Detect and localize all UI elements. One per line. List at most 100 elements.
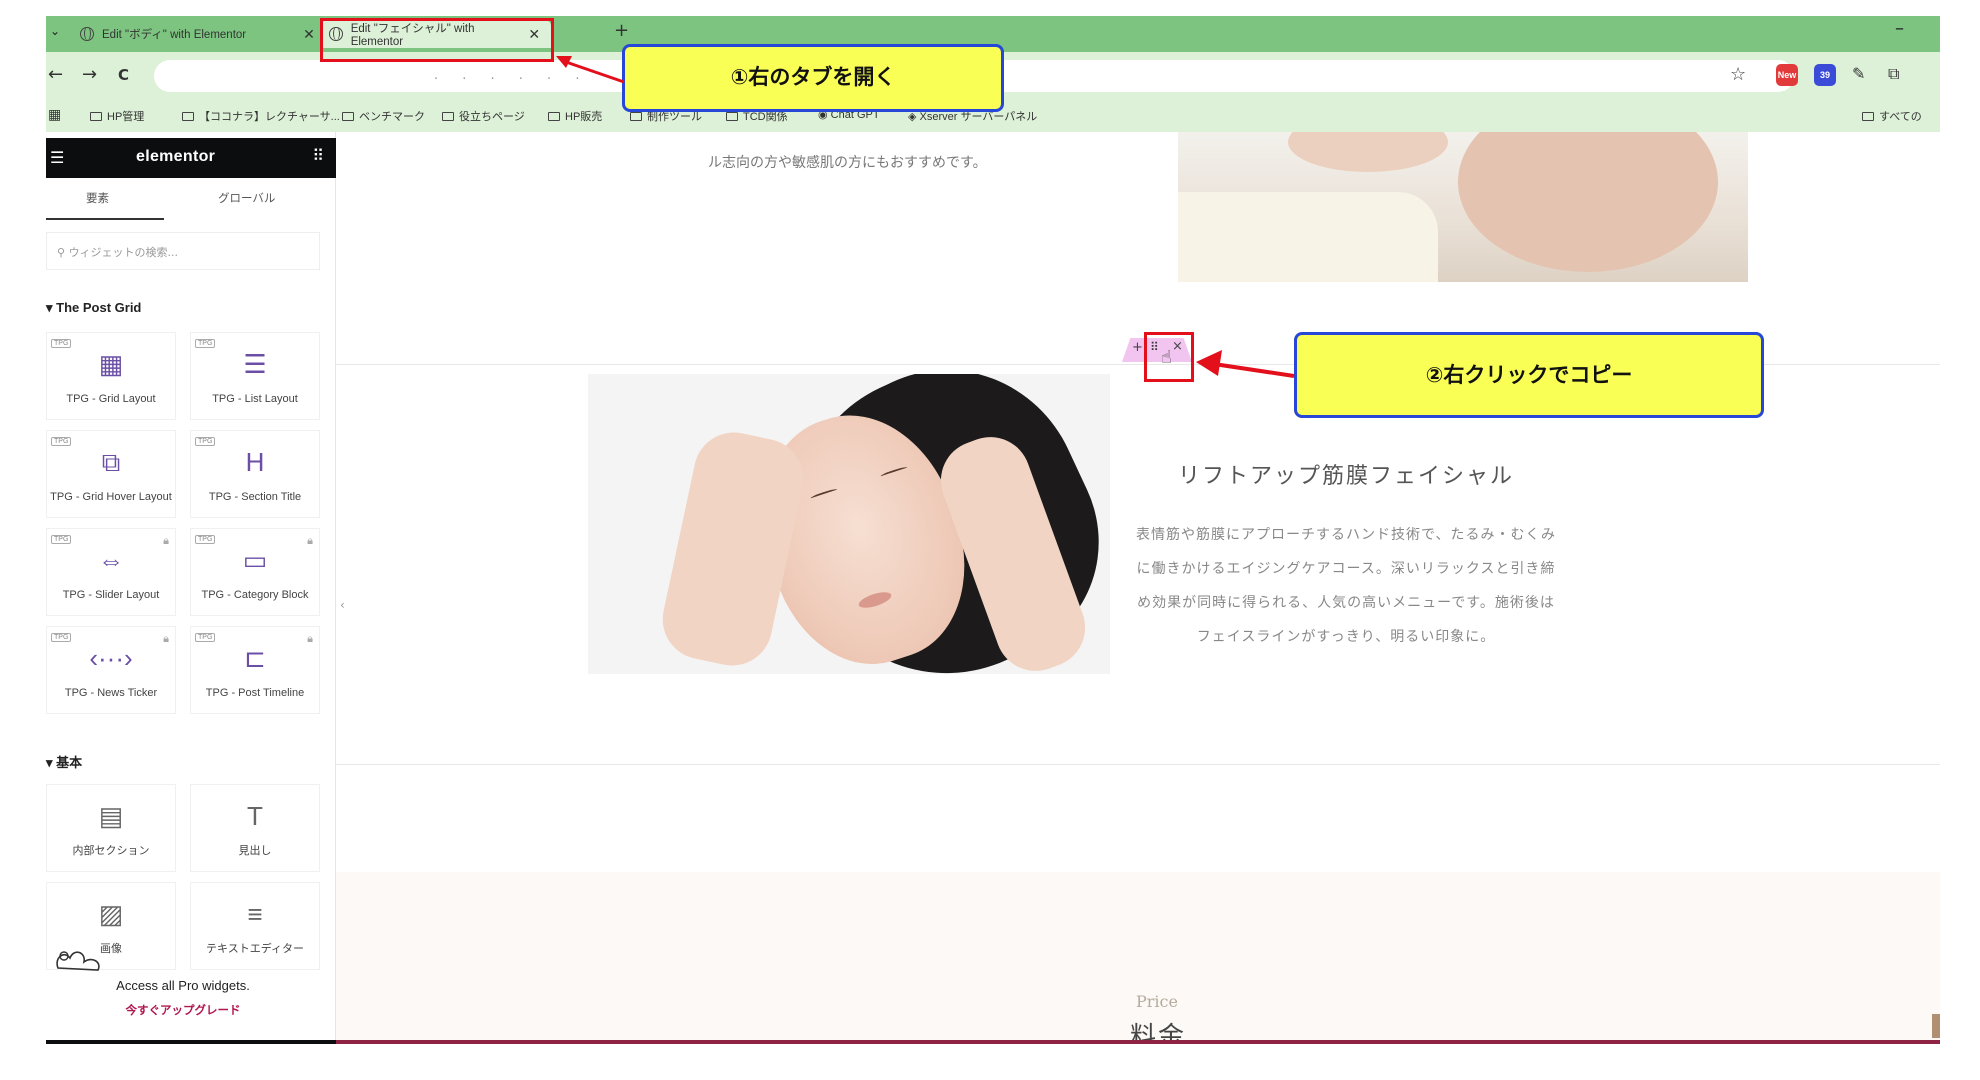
bookmark-benchmark[interactable]: ベンチマーク	[342, 108, 425, 124]
widget-heading[interactable]: T 見出し	[190, 784, 320, 872]
mascot-icon	[56, 951, 100, 971]
grid-layout-icon: ▦	[98, 349, 124, 379]
widget-text-editor[interactable]: ≡ テキストエディター	[190, 882, 320, 970]
bookmark-hp[interactable]: HP管理	[90, 108, 144, 124]
canvas-bottom-bar	[336, 1040, 1940, 1044]
left-hand-shape	[655, 425, 811, 673]
widget-slider[interactable]: TPG 🔒︎ ⇔ TPG - Slider Layout	[46, 528, 176, 616]
widget-search-input[interactable]: ⚲ ウィジェットの検索...	[46, 232, 320, 270]
section-heading[interactable]: リフトアップ筋膜フェイシャル	[1076, 458, 1616, 490]
folder-icon	[630, 112, 642, 121]
folder-icon	[342, 112, 354, 121]
bookmark-star-icon[interactable]: ☆	[1730, 64, 1746, 85]
folder-icon	[726, 112, 738, 121]
close-icon[interactable]: ✕	[300, 26, 318, 43]
tab-elements[interactable]: 要素	[86, 190, 109, 206]
minimize-button[interactable]: –	[1895, 18, 1904, 39]
back-button[interactable]: ←	[48, 64, 63, 85]
pen-icon[interactable]: ✎	[1852, 64, 1865, 83]
sheet-shape	[588, 674, 1110, 754]
tab-global[interactable]: グローバル	[218, 190, 275, 206]
widget-folder[interactable]: TPG 🔒︎ ▭ TPG - Category Block	[190, 528, 320, 616]
panel-tabs: 要素 グローバル	[46, 178, 336, 220]
active-tab-highlight	[320, 18, 554, 62]
bookmark-all[interactable]: すべての	[1862, 108, 1922, 124]
callout-open-tab: ①右のタブを開く	[622, 44, 1004, 112]
search-placeholder: ウィジェットの検索...	[68, 246, 179, 259]
slider-icon: ⇔	[98, 545, 124, 575]
shoulder-shape	[1458, 132, 1718, 272]
folder-icon	[442, 112, 454, 121]
widget-label: テキストエディター	[206, 943, 304, 955]
price-label: Price	[1136, 992, 1178, 1011]
callout-right-click-copy: ②右クリックでコピー	[1294, 332, 1764, 418]
previous-section-text: ル志向の方や敏感肌の方にもおすすめです。	[708, 155, 987, 171]
widget-grid-layout[interactable]: TPG ▦ TPG - Grid Layout	[46, 332, 176, 420]
tpg-badge: TPG	[195, 633, 216, 642]
panel-footer	[46, 1040, 336, 1044]
widget-label: TPG - Slider Layout	[62, 589, 160, 601]
hamburger-icon[interactable]: ☰	[50, 148, 64, 167]
tpg-badge: TPG	[51, 437, 72, 446]
elementor-panel: ☰ elementor ⠿ 要素 グローバル ⚲ ウィジェットの検索... ▾ …	[46, 132, 336, 1044]
ticker-icon: ‹···›	[89, 643, 133, 673]
widget-label: TPG - News Ticker	[64, 687, 158, 699]
widget-label: TPG - Post Timeline	[205, 687, 305, 699]
collapse-panel-icon[interactable]: ‹	[340, 598, 345, 612]
bookmark-coconala[interactable]: 【ココナラ】レクチャーサ...	[182, 108, 340, 124]
price-decoration	[1932, 1014, 1940, 1038]
tpg-badge: TPG	[195, 339, 216, 348]
widget-ticker[interactable]: TPG 🔒︎ ‹···› TPG - News Ticker	[46, 626, 176, 714]
screenshot: ⌄ Edit "ボディ" with Elementor ✕ Edit "フェイシ…	[0, 0, 1980, 1080]
section-title-icon: H	[245, 447, 265, 477]
description-line-4: フェイスラインがすっきり、明るい印象に。	[1196, 629, 1496, 645]
new-extension-icon[interactable]: New	[1776, 64, 1798, 86]
upgrade-link[interactable]: 今すぐアップグレード	[46, 1002, 320, 1018]
post-grid-section-title[interactable]: ▾ The Post Grid	[46, 300, 141, 316]
xserver-icon: ◈	[908, 111, 920, 123]
pointer-hand-icon: ☝	[1161, 347, 1172, 368]
widget-label: TPG - Category Block	[201, 589, 309, 601]
widget-inner-section[interactable]: ▤ 内部セクション	[46, 784, 176, 872]
bookmark-useful[interactable]: 役立ちページ	[442, 108, 525, 124]
massage-image[interactable]	[1178, 132, 1748, 282]
pro-widgets-text: Access all Pro widgets.	[116, 978, 250, 993]
widget-label: TPG - List Layout	[212, 393, 298, 405]
description-line-1: 表情筋や筋膜にアプローチするハンド技術で、たるみ・むくみ	[1136, 527, 1556, 543]
description-line-2: に働きかけるエイジングケアコース。深いリラックスと引き締	[1136, 561, 1556, 577]
page-canvas: ル志向の方や敏感肌の方にもおすすめです。 + ⠿ × ☝ リフトアップ筋膜フェイ…	[336, 132, 1940, 1044]
widget-timeline[interactable]: TPG 🔒︎ ⊏ TPG - Post Timeline	[190, 626, 320, 714]
widget-list-layout[interactable]: TPG ☰ TPG - List Layout	[190, 332, 320, 420]
reload-button[interactable]: C	[118, 66, 129, 84]
search-icon: ⚲	[57, 246, 69, 259]
widgets-grid-icon[interactable]: ⠿	[312, 146, 324, 165]
forward-button[interactable]: →	[82, 64, 97, 85]
image-icon: ▨	[98, 899, 124, 929]
facial-treatment-image[interactable]	[588, 374, 1110, 754]
tab-body-label: Edit "ボディ" with Elementor	[102, 29, 247, 41]
tab-search-icon[interactable]: ⌄	[46, 24, 64, 44]
bookmark-hp-sales[interactable]: HP販売	[548, 108, 602, 124]
tab-body[interactable]: Edit "ボディ" with Elementor ✕	[74, 20, 324, 48]
tpg-badge: TPG	[195, 437, 216, 446]
towel-shape	[1178, 192, 1438, 282]
new-tab-button[interactable]: +	[614, 20, 629, 41]
description-line-3: め効果が同時に得られる、人気の高いメニューです。施術後は	[1137, 595, 1555, 611]
globe-icon	[80, 27, 94, 41]
basic-section-title[interactable]: ▾ 基本	[46, 752, 82, 771]
list-layout-icon: ☰	[243, 349, 267, 379]
puzzle-icon[interactable]: ⧉	[1888, 64, 1899, 84]
add-icon[interactable]: +	[1132, 340, 1143, 355]
apps-icon[interactable]: ▦	[48, 106, 61, 123]
drag-handle-highlight: ☝	[1144, 332, 1194, 382]
widget-label: TPG - Section Title	[208, 491, 302, 503]
price-section: Price 料金	[336, 872, 1940, 1044]
widget-grid-hover[interactable]: TPG ⧉ TPG - Grid Hover Layout	[46, 430, 176, 518]
folder-icon	[548, 112, 560, 121]
folder-icon	[182, 112, 194, 121]
extension-badge-icon[interactable]: 39	[1814, 64, 1836, 86]
widget-label: TPG - Grid Layout	[66, 393, 156, 405]
folder-icon	[1862, 112, 1874, 121]
hand-shape	[1288, 132, 1448, 172]
widget-section-title[interactable]: TPG H TPG - Section Title	[190, 430, 320, 518]
